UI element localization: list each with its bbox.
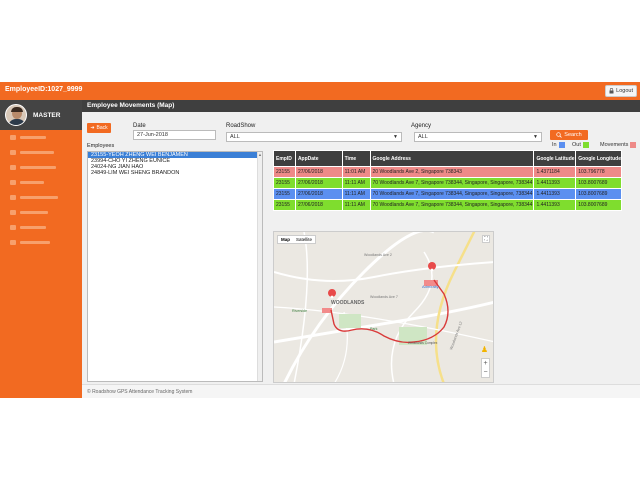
map-label: Woodlands Ave 2 [364,253,392,257]
column-header: Time [341,150,371,167]
roadshow-select[interactable]: ALL ▼ [226,132,402,142]
back-label: Back [96,125,108,131]
profile: MASTER [0,100,82,130]
map-label: Woodlands Complex [408,341,438,345]
logout-label: Logout [616,88,633,94]
sidebar-item-2[interactable] [0,145,82,160]
table-row[interactable]: 23155 27/06/2018 11:11 AM 70 Woodlands A… [273,177,622,189]
table-row[interactable]: 23155 27/06/2018 11:11 AM 70 Woodlands A… [273,199,622,211]
user-name: MASTER [33,111,61,119]
column-header: Google Longitude [575,150,622,167]
legend-movements: Movements [600,142,637,148]
page: EmployeeID:1027_9999 Logout MASTER Emplo… [0,0,640,480]
sidebar-item-8[interactable] [0,235,82,250]
column-header: EmpID [273,150,296,167]
agency-select[interactable]: ALL ▼ [414,132,542,142]
caret-down-icon: ▼ [533,134,538,140]
sidebar-item-4[interactable] [0,175,82,190]
movements-swatch [630,142,637,148]
tab-satellite[interactable]: Satellite [293,236,315,243]
map-label: WOODLANDS [331,300,365,306]
employee-id-value: 1027_9999 [47,86,83,93]
sidebar-item-1[interactable] [0,130,82,145]
fullscreen-icon[interactable]: ⛶ [482,235,490,243]
search-icon [556,132,563,138]
scrollbar[interactable]: ▲ [257,152,262,381]
top-bar: EmployeeID:1027_9999 Logout [0,82,640,100]
avatar [5,104,27,126]
sidebar-item-7[interactable] [0,220,82,235]
zoom-out-icon[interactable]: − [482,368,489,377]
main-content: Employee Movements (Map) ➜ Back Date 27-… [82,100,640,384]
map-type-tabs: Map Satellite [277,235,317,244]
sidebar-item-3[interactable] [0,160,82,175]
employees-list[interactable]: 23155-YEOH ZHENG WEI BENJAMEN 23994-CHO … [87,151,263,382]
column-header: AppDate [294,150,343,167]
pegman-icon[interactable]: ♟ [481,345,488,354]
menu-item-icon [10,135,16,140]
list-item[interactable]: 24849-LIM WEI SHENG BRANDON [88,170,262,176]
search-button[interactable]: Search [550,130,588,140]
legend-out: Out [572,142,589,148]
column-header: Google Address [369,150,535,167]
map-label: Admiralty [422,284,439,289]
map-canvas: WOODLANDS Admiralty Woodlands Ave 7 Wood… [274,232,493,382]
out-swatch [582,142,589,148]
movements-table: EmpID AppDate Time Google Address Google… [273,150,622,211]
employees-label: Employees [87,143,115,149]
logout-button[interactable]: Logout [605,85,637,97]
footer: © Roadshow GPS Attendance Tracking Syste… [82,384,640,398]
column-header: Google Latitude [533,150,577,167]
table-row[interactable]: 23155 27/06/2018 11:01 AM 20 Woodlands A… [273,166,622,178]
sidebar: MASTER [0,100,82,398]
date-label: Date [133,123,146,129]
map-view[interactable]: WOODLANDS Admiralty Woodlands Ave 7 Wood… [273,231,494,383]
zoom-control: + − [481,358,490,378]
tab-map[interactable]: Map [278,236,293,243]
table-header-row: EmpID AppDate Time Google Address Google… [273,150,622,167]
zoom-in-icon[interactable]: + [482,359,489,368]
lock-icon [609,88,614,94]
map-label: Woodlands Ave 7 [370,295,398,299]
page-title: Employee Movements (Map) [82,100,640,112]
employee-id: EmployeeID:1027_9999 [5,86,82,93]
map-label: Park [370,327,378,331]
sidebar-item-5[interactable] [0,190,82,205]
employee-id-label: EmployeeID: [5,86,48,93]
arrow-left-icon: ➜ [90,125,95,131]
caret-down-icon: ▼ [393,134,398,140]
menu-item-icon [10,180,16,185]
menu-item-icon [10,225,16,230]
search-label: Search [564,132,582,138]
date-input[interactable]: 27-Jun-2018 [133,130,216,140]
menu-item-icon [10,165,16,170]
map-label: Riverside [292,309,307,313]
sidebar-item-6[interactable] [0,205,82,220]
caret-up-icon: ▲ [258,152,262,157]
in-swatch [558,142,565,148]
agency-label: Agency [411,123,432,129]
roadshow-label: RoadShow [226,123,256,129]
back-button[interactable]: ➜ Back [87,123,111,133]
menu-item-icon [10,210,16,215]
table-row[interactable]: 23155 27/06/2018 11:11 AM 70 Woodlands A… [273,188,622,200]
menu-item-icon [10,240,16,245]
menu-item-icon [10,195,16,200]
legend-in: In [552,142,565,148]
menu-item-icon [10,150,16,155]
